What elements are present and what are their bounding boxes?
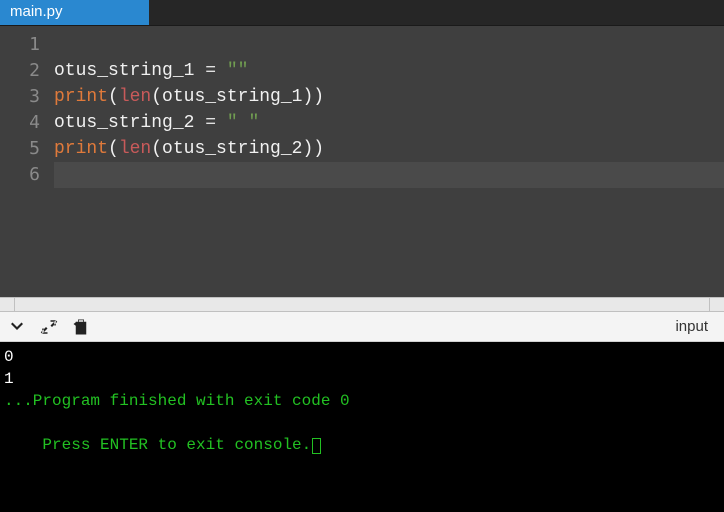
code-line[interactable] [54,162,724,188]
code-token: len [119,87,151,107]
code-token: otus_string_1 [54,61,194,81]
line-number: 5 [8,136,40,162]
console-line: 1 [4,368,720,390]
line-number: 4 [8,110,40,136]
code-line[interactable]: otus_string_2 = " " [54,110,724,136]
chevron-down-icon[interactable] [8,318,26,336]
line-number: 1 [8,32,40,58]
code-token [194,113,205,133]
console-output[interactable]: 0 1 ...Program finished with exit code 0… [0,342,724,512]
code-token [216,61,227,81]
code-token: (otus_string_2)) [151,139,324,159]
console-status-line: ...Program finished with exit code 0 [4,390,720,412]
code-line[interactable] [54,32,724,58]
tab-bar: main.py [0,0,724,26]
editor-scrollbar-horizontal[interactable] [0,297,724,312]
code-token [194,61,205,81]
line-number: 6 [8,162,40,188]
input-label: input [675,318,716,335]
code-token: len [119,139,151,159]
code-token: ( [108,139,119,159]
expand-icon[interactable] [40,318,58,336]
line-number: 3 [8,84,40,110]
tab-main-py[interactable]: main.py [0,0,150,25]
code-token [216,113,227,133]
tab-label: main.py [10,3,63,20]
code-token: "" [227,61,249,81]
paste-icon[interactable] [72,318,90,336]
console-prompt-text: Press ENTER to exit console. [42,436,311,454]
code-token: print [54,139,108,159]
code-token: = [205,61,216,81]
console-toolbar: input [0,312,724,342]
line-gutter: 123456 [0,26,48,297]
code-editor[interactable]: 123456 otus_string_1 = ""print(len(otus_… [0,26,724,297]
code-token: ( [108,87,119,107]
console-line: 0 [4,346,720,368]
code-token: " " [227,113,259,133]
console-prompt-line: Press ENTER to exit console. [4,412,720,478]
code-token: (otus_string_1)) [151,87,324,107]
line-number: 2 [8,58,40,84]
code-body[interactable]: otus_string_1 = ""print(len(otus_string_… [48,26,724,297]
code-token: print [54,87,108,107]
code-token: = [205,113,216,133]
code-line[interactable]: otus_string_1 = "" [54,58,724,84]
code-line[interactable]: print(len(otus_string_2)) [54,136,724,162]
code-line[interactable]: print(len(otus_string_1)) [54,84,724,110]
code-token: otus_string_2 [54,113,194,133]
console-cursor [312,438,321,454]
